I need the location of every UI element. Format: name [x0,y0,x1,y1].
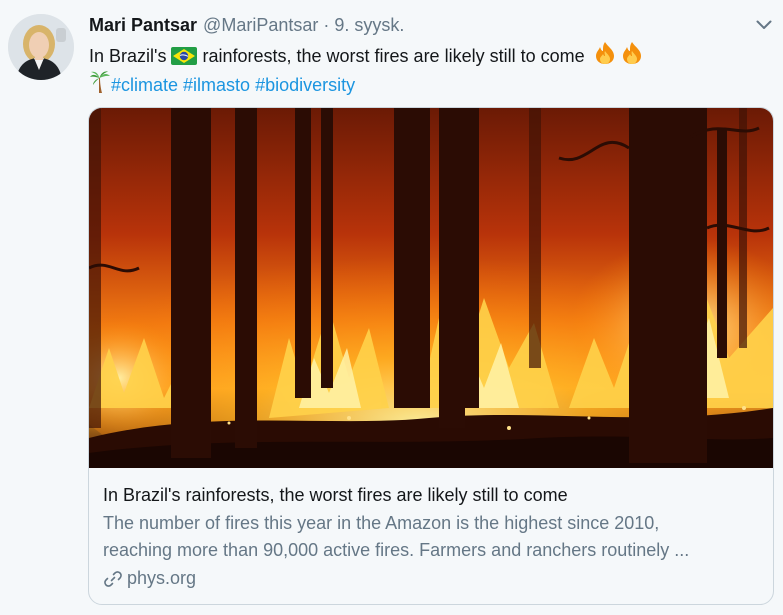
hashtag-ilmasto[interactable]: #ilmasto [183,75,250,95]
card-body: In Brazil's rainforests, the worst fires… [103,482,763,589]
tweet-text-intro: In Brazil's [89,46,167,66]
fire-icon [594,41,616,65]
chevron-down-icon [756,20,772,29]
tweet-text: In Brazil's rainforests, the worst fires… [89,41,769,99]
avatar-photo [8,14,74,80]
tweet-header: Mari Pantsar @MariPantsar · 9. syysk. [89,15,404,39]
card-description-line-1: The number of fires this year in the Ama… [103,513,660,533]
card-description: The number of fires this year in the Ama… [103,510,763,564]
link-card[interactable]: In Brazil's rainforests, the worst fires… [88,107,774,605]
avatar[interactable] [8,14,74,80]
brazil-flag-icon [171,47,198,65]
card-description-line-2: reaching more than 90,000 active fires. … [103,540,690,560]
card-domain-text: phys.org [127,568,197,588]
separator-dot: · [323,15,330,35]
tweet-date[interactable]: 9. syysk. [334,15,404,36]
card-title[interactable]: In Brazil's rainforests, the worst fires… [103,482,763,508]
card-domain[interactable]: phys.org [103,568,763,589]
hashtag-biodiversity[interactable]: #biodiversity [255,75,355,95]
tweet-menu-button[interactable] [751,12,777,38]
fire-icon [621,41,643,65]
author-handle[interactable]: @MariPantsar [203,15,318,36]
card-image[interactable] [89,108,773,468]
tweet[interactable]: Mari Pantsar @MariPantsar · 9. syysk. In… [0,0,783,615]
tweet-text-line-2: #climate #ilmasto #biodiversity [89,70,769,99]
tweet-text-line-1: In Brazil's rainforests, the worst fires… [89,41,769,70]
forest-fire-image [89,108,773,468]
tweet-text-rest: rainforests, the worst fires are likely … [197,46,585,66]
author-name[interactable]: Mari Pantsar [89,15,197,36]
link-icon [103,569,123,589]
hashtag-climate[interactable]: #climate [111,75,178,95]
palm-tree-icon [89,70,111,94]
